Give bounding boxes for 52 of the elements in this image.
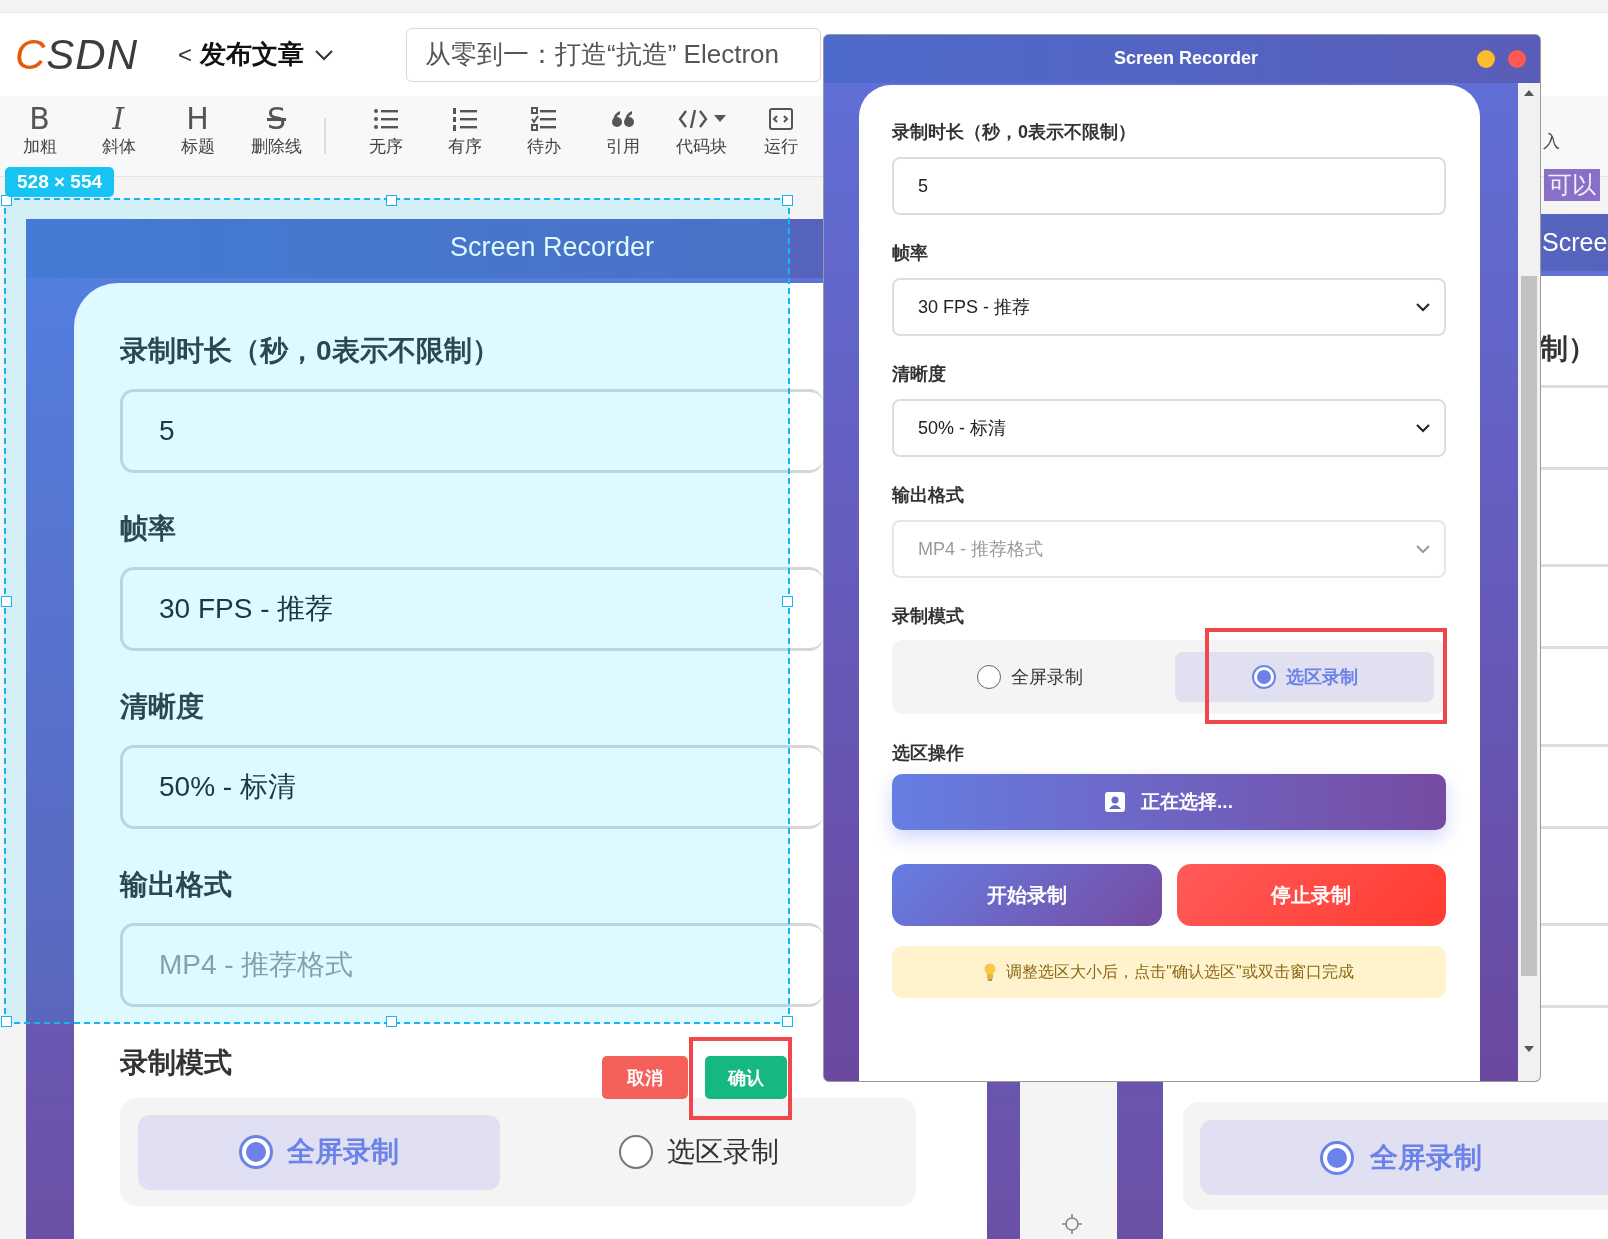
selection-rectangle[interactable] <box>4 198 790 1024</box>
field-label: 录制时长（秒，0表示不限制） <box>120 334 500 368</box>
back-link[interactable]: < <box>178 40 193 69</box>
field-label: 录制模式 <box>892 605 964 628</box>
start-button[interactable]: 开始录制 <box>892 864 1162 926</box>
numbered-list-icon <box>450 105 479 132</box>
chevron-down-icon[interactable] <box>1416 302 1430 312</box>
field-label: 清晰度 <box>120 690 204 724</box>
toolbar-button[interactable]: 有序 <box>425 102 504 158</box>
minimize-button[interactable] <box>1477 50 1495 68</box>
scroll-down-icon[interactable] <box>1524 1046 1534 1053</box>
chevron-down-icon[interactable] <box>314 48 335 61</box>
window-title: Screen Recorder <box>1114 48 1259 69</box>
scrollbar[interactable] <box>1518 83 1540 1081</box>
dropdown[interactable]: 50% - 标清 <box>892 399 1446 457</box>
toolbar-button[interactable]: 运行 <box>741 102 820 158</box>
crosshair-icon[interactable] <box>1061 1213 1083 1235</box>
portrait-icon <box>1105 792 1126 812</box>
field-label: 输出格式 <box>892 484 964 507</box>
toolbar-button[interactable]: 代码块 <box>662 102 741 158</box>
field-label: 录制时长（秒，0表示不限制） <box>892 121 1136 144</box>
input-field[interactable]: 5 <box>892 157 1446 215</box>
field-label: 帧率 <box>892 242 928 265</box>
toolbar-button[interactable]: 待办 <box>504 102 583 158</box>
field-label: 输出格式 <box>120 868 232 902</box>
toolbar-label[interactable]: 入 <box>1543 130 1560 153</box>
field-label: 帧率 <box>120 512 176 546</box>
article-title-field[interactable]: 从零到一：打造“抗造” Electron <box>406 27 822 82</box>
text-fragment: 可以 <box>1544 169 1600 201</box>
chevron-down-icon[interactable] <box>1416 423 1430 433</box>
toolbar-button[interactable]: S 删除线 <box>237 102 316 158</box>
tip-text: 调整选区大小后，点击"确认选区"或双击窗口完成 <box>1006 961 1354 982</box>
csdn-logo[interactable]: CSDN <box>15 30 139 79</box>
lightbulb-icon <box>984 963 997 981</box>
dropdown[interactable]: 30 FPS - 推荐 <box>892 278 1446 336</box>
toolbar-button[interactable]: 引用 <box>583 102 662 158</box>
field-label: 制） <box>1540 332 1596 366</box>
radio-option[interactable]: 选区录制 <box>518 1114 880 1190</box>
radio-option[interactable]: 全屏录制 <box>900 652 1159 702</box>
select-area-button[interactable]: 正在选择... <box>892 774 1446 830</box>
field-label: 选区操作 <box>892 742 964 765</box>
field-label: 清晰度 <box>892 363 946 386</box>
checklist-icon <box>529 105 558 132</box>
field-label: 录制模式 <box>120 1046 232 1080</box>
size-badge: 528 × 554 <box>5 167 115 197</box>
toolbar-button[interactable]: 无序 <box>346 102 425 158</box>
toolbar-button[interactable]: I 斜体 <box>79 102 158 158</box>
toolbar-button[interactable]: B 加粗 <box>0 102 79 158</box>
toolbar-button[interactable]: H 标题 <box>158 102 237 158</box>
caret-icon[interactable] <box>713 114 726 123</box>
code-window-icon <box>767 106 794 131</box>
page-title: 发布文章 <box>200 38 305 71</box>
